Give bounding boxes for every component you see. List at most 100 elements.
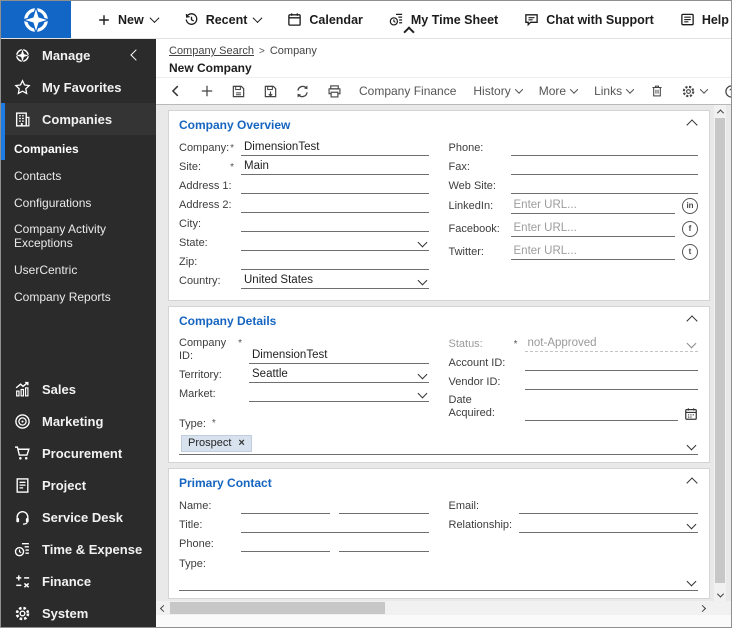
add-record-button[interactable] (200, 84, 214, 98)
settings-menu-button[interactable] (681, 84, 709, 99)
chat-with-support-menu[interactable]: Chat with Support (524, 12, 654, 27)
type-multiselect[interactable]: Prospect × (179, 433, 698, 455)
company-finance-button[interactable]: Company Finance (359, 84, 456, 98)
my-time-sheet-menu[interactable]: My Time Sheet (389, 12, 498, 38)
refresh-button[interactable] (295, 84, 310, 99)
last-name-input[interactable] (339, 499, 429, 514)
new-menu[interactable]: New (97, 12, 160, 27)
fax-label: Fax: (448, 161, 470, 173)
sidebar-collapse-icon[interactable] (130, 49, 142, 61)
sidebar-item-companies-module[interactable]: Companies (1, 103, 156, 135)
zip-input[interactable] (241, 255, 429, 270)
twitter-url-input[interactable]: Enter URL... (510, 245, 675, 260)
facebook-url-input[interactable]: Enter URL... (510, 222, 675, 237)
chevron-down-icon (699, 85, 709, 94)
vertical-scrollbar[interactable] (714, 105, 726, 601)
sidebar-item-company-reports[interactable]: Company Reports (1, 283, 156, 310)
website-input[interactable] (510, 179, 698, 194)
phone-label: Phone: (448, 142, 484, 154)
links-menu-button[interactable]: Links (594, 84, 635, 98)
company-label: Company: (179, 142, 230, 154)
vertical-scroll-thumb[interactable] (715, 118, 725, 583)
address1-input[interactable] (241, 179, 429, 194)
required-marker: * (211, 418, 216, 429)
sidebar-item-time-expense[interactable]: Time & Expense (1, 533, 156, 565)
sidebar-favorites-label: My Favorites (42, 79, 122, 95)
site-input[interactable]: Main (241, 160, 429, 175)
vendor-id-label: Vendor ID: (448, 376, 501, 388)
main-content: Company Search > Company New Company Com… (156, 39, 731, 627)
contact-phone-ext-input[interactable] (339, 537, 429, 552)
help-circle-icon: ? (725, 84, 731, 98)
linkedin-url-input[interactable]: Enter URL... (510, 199, 675, 214)
links-label: Links (594, 84, 623, 98)
sidebar-item-system[interactable]: System (1, 597, 156, 627)
help-button[interactable]: ? (724, 84, 731, 99)
territory-select[interactable]: Seattle (249, 368, 429, 383)
sidebar-item-usercentric[interactable]: UserCentric (1, 256, 156, 283)
state-select[interactable] (241, 236, 429, 251)
sidebar-item-marketing[interactable]: Marketing (1, 405, 156, 437)
sidebar-item-company-activity-exceptions[interactable]: Company Activity Exceptions (1, 216, 141, 256)
sidebar-item-contacts[interactable]: Contacts (1, 162, 156, 189)
twitter-label: Twitter: (448, 246, 484, 258)
help-center-label: Help Center (701, 12, 731, 27)
relationship-select[interactable] (518, 518, 698, 533)
date-acquired-input[interactable] (524, 406, 678, 421)
sidebar-item-configurations[interactable]: Configurations (1, 189, 156, 216)
linkedin-icon[interactable]: in (682, 198, 698, 214)
company-id-label: Company ID: (179, 337, 227, 362)
sidebar-item-my-favorites[interactable]: My Favorites (1, 71, 156, 103)
market-select[interactable] (249, 387, 429, 402)
breadcrumb-company-search-link[interactable]: Company Search (169, 45, 254, 57)
primary-contact-left-column: Name: Title: Phone: Type: (179, 499, 429, 573)
company-id-input[interactable]: DimensionTest (249, 349, 429, 364)
sidebar-item-service-desk[interactable]: Service Desk (1, 501, 156, 533)
account-id-input[interactable] (524, 356, 698, 371)
vendor-id-input[interactable] (524, 375, 698, 390)
contact-email-input[interactable] (518, 499, 698, 514)
twitter-icon[interactable]: t (682, 244, 698, 260)
contact-phone-input[interactable] (241, 537, 331, 552)
print-button[interactable] (327, 84, 342, 99)
contact-type-multiselect[interactable] (179, 573, 698, 591)
required-marker: * (238, 338, 242, 349)
recent-menu[interactable]: Recent (184, 12, 263, 27)
sidebar-item-finance[interactable]: Finance (1, 565, 156, 597)
delete-button[interactable] (650, 84, 664, 98)
date-picker-icon[interactable] (684, 407, 698, 421)
back-button[interactable] (169, 84, 183, 98)
history-menu-button[interactable]: History (473, 84, 523, 98)
horizontal-scrollbar[interactable] (156, 601, 709, 615)
sidebar-item-manage[interactable]: Manage (1, 39, 156, 71)
save-and-close-button[interactable] (263, 84, 278, 99)
more-label: More (538, 84, 567, 98)
fax-input[interactable] (510, 160, 698, 175)
scroll-right-icon[interactable] (695, 601, 709, 615)
scroll-up-icon[interactable] (714, 105, 726, 117)
chip-close-icon[interactable]: × (238, 437, 244, 449)
sidebar-item-sales[interactable]: Sales (1, 373, 156, 405)
contact-title-input[interactable] (241, 518, 429, 533)
save-button[interactable] (231, 84, 246, 99)
address2-input[interactable] (241, 198, 429, 213)
country-select[interactable]: United States (241, 274, 429, 289)
more-menu-button[interactable]: More (538, 84, 579, 98)
horizontal-scroll-thumb[interactable] (170, 602, 385, 614)
save-icon (232, 85, 245, 97)
sidebar-item-procurement[interactable]: Procurement (1, 437, 156, 469)
company-input[interactable]: DimensionTest (241, 141, 429, 156)
sidebar-item-companies[interactable]: Companies (1, 135, 156, 162)
app-logo[interactable] (1, 1, 71, 38)
new-menu-label: New (118, 12, 144, 27)
first-name-input[interactable] (241, 499, 331, 514)
scroll-down-icon[interactable] (714, 589, 726, 601)
scroll-left-icon[interactable] (156, 601, 170, 615)
sidebar-sales-label: Sales (42, 381, 76, 397)
sidebar-item-project[interactable]: Project (1, 469, 156, 501)
phone-input[interactable] (510, 141, 698, 156)
facebook-icon[interactable]: f (682, 221, 698, 237)
help-center-menu[interactable]: Help Center (680, 12, 731, 27)
calendar-menu[interactable]: Calendar (287, 12, 363, 27)
city-input[interactable] (241, 217, 429, 232)
